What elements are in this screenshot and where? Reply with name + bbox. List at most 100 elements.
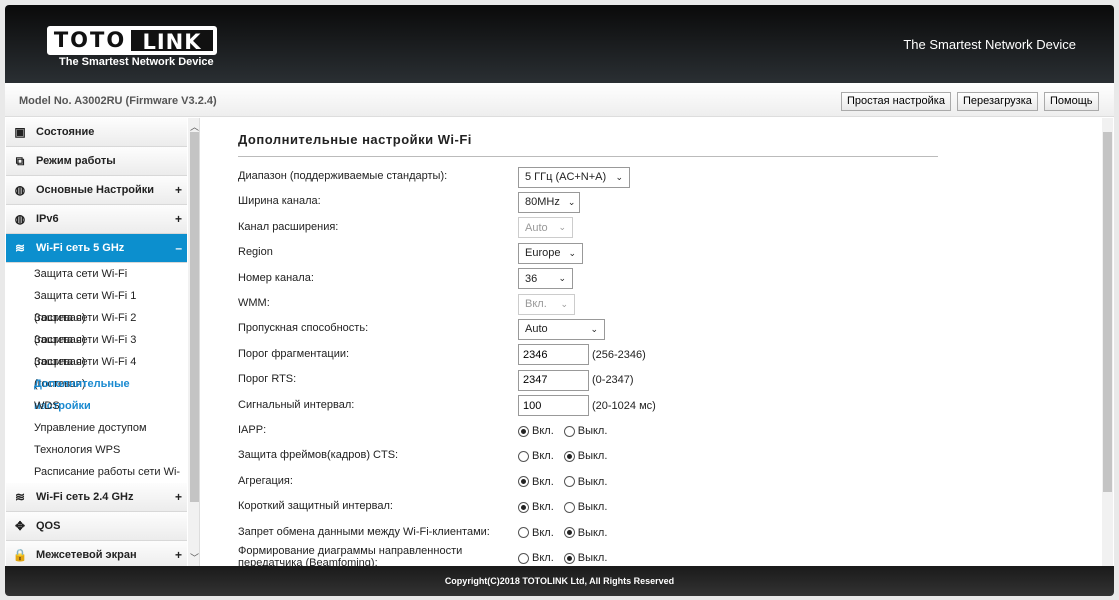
sidebar-item[interactable]: 🔒 Межсетевой экран + <box>6 541 187 566</box>
reboot-button[interactable]: Перезагрузка <box>957 92 1038 111</box>
setting-input[interactable] <box>518 395 589 417</box>
setting-select[interactable]: 80MHz ⌄ <box>518 191 580 213</box>
setting-label: Канал расширения: <box>238 220 339 233</box>
range-hint: (256-2346) <box>592 348 646 361</box>
main-scrollbar[interactable] <box>1102 118 1113 566</box>
sidebar-subitem[interactable]: WDS <box>6 395 187 417</box>
sidebar-scrollbar[interactable]: ︿ ﹀ <box>188 118 199 566</box>
radio-off[interactable]: Выкл. <box>563 425 607 437</box>
sidebar-item[interactable]: ▣ Состояние <box>6 118 187 147</box>
range-hint: (0-2347) <box>592 374 634 387</box>
expand-icon[interactable]: + <box>175 183 182 197</box>
chevron-down-icon: ⌄ <box>568 247 577 258</box>
setting-row: Запрет обмена данными между Wi-Fi-клиент… <box>238 522 1038 544</box>
chevron-down-icon: ⌄ <box>560 298 568 309</box>
radio-off[interactable]: Выкл. <box>563 526 608 539</box>
radio-label: Вкл. <box>532 526 554 539</box>
radio-button[interactable] <box>518 552 529 564</box>
sidebar-item-label: Wi-Fi сеть 2.4 GHz <box>36 491 134 503</box>
sidebar-subitem[interactable]: Расписание работы сети Wi-Fi <box>6 461 187 500</box>
radio-button[interactable] <box>563 527 575 539</box>
radio-button[interactable] <box>518 425 529 437</box>
sidebar-item-label: Состояние <box>36 126 95 138</box>
radio-button[interactable] <box>518 501 529 513</box>
setting-select[interactable]: Europe ⌄ <box>518 242 583 264</box>
chevron-down-icon: ⌄ <box>567 196 576 207</box>
radio-on[interactable]: Вкл. <box>518 425 554 437</box>
chevron-down-icon: ⌄ <box>558 273 566 284</box>
chevron-down-icon: ⌄ <box>615 171 623 182</box>
main-content: Дополнительные настройки Wi-Fi Диапазон … <box>204 118 1102 566</box>
sidebar-item[interactable]: ≋ Wi-Fi сеть 5 GHz – <box>6 234 187 263</box>
radio-off[interactable]: Выкл. <box>563 476 607 488</box>
help-button[interactable]: Помощь <box>1044 92 1099 111</box>
setting-row: Ширина канала: 80MHz ⌄ <box>238 191 1038 213</box>
title-divider <box>238 156 938 157</box>
radio-on[interactable]: Вкл. <box>518 450 554 462</box>
sidebar-item-label: Основные Настройки <box>36 184 155 196</box>
radio-button[interactable] <box>518 450 529 462</box>
radio-label: Вкл. <box>532 552 554 564</box>
wifi-icon: ≋ <box>14 490 26 504</box>
radio-off[interactable]: Выкл. <box>563 552 608 564</box>
expand-icon[interactable]: + <box>175 490 182 504</box>
radio-on[interactable]: Вкл. <box>518 501 554 513</box>
setting-row: Порог фрагментации: (256-2346) <box>238 344 1038 366</box>
sidebar-item[interactable]: ◍ IPv6 + <box>6 205 187 234</box>
sidebar-item[interactable]: ◍ Основные Настройки + <box>6 176 187 205</box>
sidebar-item[interactable]: ≋ Wi-Fi сеть 2.4 GHz + <box>6 483 187 512</box>
setting-row: Сигнальный интервал: (20-1024 мс) <box>238 395 1038 417</box>
setting-select[interactable]: 5 ГГц (AC+N+A) ⌄ <box>518 166 630 188</box>
sidebar-scroll-thumb[interactable] <box>190 132 199 502</box>
setting-select[interactable]: 36 ⌄ <box>518 268 573 290</box>
main-scroll-thumb[interactable] <box>1103 132 1112 492</box>
radio-label: Выкл. <box>577 552 608 564</box>
scroll-down-icon[interactable]: ﹀ <box>190 551 199 564</box>
chevron-down-icon: ⌄ <box>590 323 598 334</box>
setting-label: Агрегация: <box>238 474 293 487</box>
setting-select[interactable]: Auto ⌄ <box>518 318 605 340</box>
sidebar-subitem[interactable]: Управление доступом <box>6 417 187 439</box>
sidebar-subitem[interactable]: Защита сети Wi-Fi 1 (гостевая) <box>6 285 187 324</box>
radio-button[interactable] <box>563 501 575 513</box>
expand-icon[interactable]: – <box>175 241 182 255</box>
setting-input[interactable] <box>518 344 589 366</box>
setting-label: Формирование диаграммы направленности пе… <box>238 545 463 566</box>
radio-on[interactable]: Вкл. <box>518 527 554 539</box>
setting-row: Короткий защитный интервал: Вкл. Выкл. <box>238 496 1038 518</box>
easy-setup-button[interactable]: Простая настройка <box>841 92 951 111</box>
totolink-logo: TOTO LINK <box>47 26 217 55</box>
sidebar-subitem[interactable]: Технология WPS <box>6 439 187 461</box>
radio-on[interactable]: Вкл. <box>518 552 554 564</box>
router-window: TOTO LINK The Smartest Network Device The… <box>5 5 1114 596</box>
radio-off[interactable]: Выкл. <box>563 450 607 462</box>
select-value: 5 ГГц (AC+N+A) <box>525 171 607 183</box>
expand-icon[interactable]: + <box>175 548 182 562</box>
radio-label: Вкл. <box>532 475 554 488</box>
radio-label: Выкл. <box>577 526 608 539</box>
radio-button[interactable] <box>518 527 529 539</box>
radio-button[interactable] <box>518 476 529 488</box>
setting-input[interactable] <box>518 369 589 391</box>
sidebar-item[interactable]: ⧉ Режим работы <box>6 147 187 176</box>
sidebar-subitem[interactable]: Защита сети Wi-Fi 3 (гостевая) <box>6 329 187 368</box>
expand-icon[interactable]: + <box>175 212 182 226</box>
select-value: Auto <box>525 323 548 336</box>
radio-off[interactable]: Выкл. <box>563 501 607 513</box>
radio-button[interactable] <box>563 425 575 437</box>
sidebar-subitem[interactable]: Дополнительные настройки <box>6 373 187 412</box>
setting-row: Region Europe ⌄ <box>238 242 1038 264</box>
radio-on[interactable]: Вкл. <box>518 476 554 488</box>
setting-row: Формирование диаграммы направленности пе… <box>238 545 1038 566</box>
radio-button[interactable] <box>563 552 575 564</box>
radio-button[interactable] <box>563 450 575 462</box>
sidebar-item[interactable]: ✥ QOS <box>6 512 187 541</box>
setting-label: Пропускная способность: <box>238 322 369 335</box>
range-hint: (20-1024 мс) <box>592 399 656 412</box>
sidebar-subitem[interactable]: Защита сети Wi-Fi <box>6 263 187 285</box>
sidebar-subitem[interactable]: Защита сети Wi-Fi 4 (гостевая) <box>6 351 187 390</box>
sidebar-subitem[interactable]: Защита сети Wi-Fi 2 (гостевая) <box>6 307 187 346</box>
setting-label: WMM: <box>238 297 270 309</box>
header: TOTO LINK The Smartest Network Device The… <box>5 5 1114 83</box>
radio-button[interactable] <box>563 476 575 488</box>
